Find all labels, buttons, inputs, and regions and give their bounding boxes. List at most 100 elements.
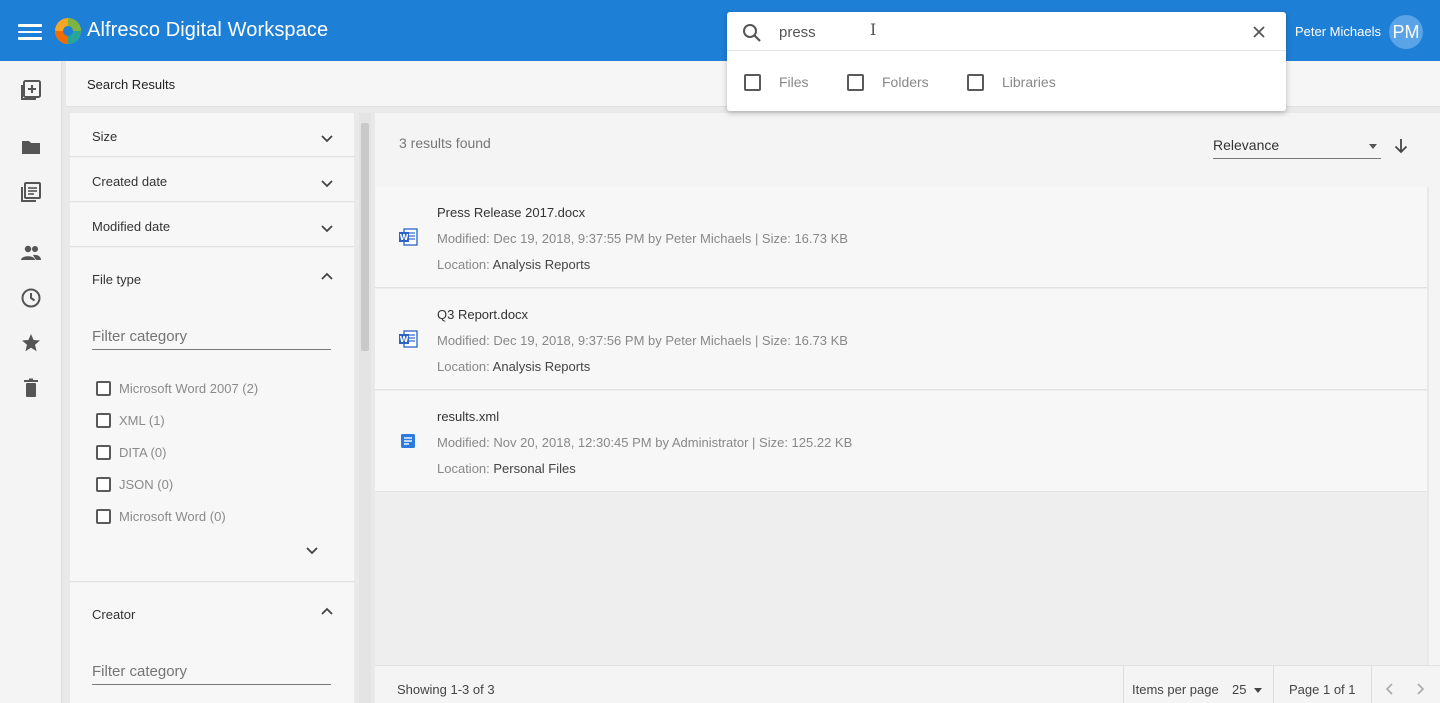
facet-modified-date[interactable]: Modified date (70, 203, 354, 247)
filter-scrollbar[interactable] (359, 113, 371, 703)
result-name[interactable]: Q3 Report.docx (437, 307, 528, 322)
facet-size[interactable]: Size (70, 113, 354, 157)
file-type-option[interactable]: Microsoft Word 2007 (2) (96, 379, 258, 397)
search-input[interactable] (779, 20, 1219, 44)
facet-file-type: File type Microsoft Word 2007 (2) XML (1… (70, 248, 354, 582)
file-type-label: Microsoft Word (0) (119, 508, 226, 524)
location-value[interactable]: Personal Files (493, 461, 575, 476)
caret-down-icon[interactable] (1254, 688, 1262, 693)
search-option-label: Libraries (1002, 74, 1056, 90)
search-panel: I Files Folders Libraries (727, 12, 1286, 111)
result-name[interactable]: results.xml (437, 409, 499, 424)
result-row[interactable]: W Q3 Report.docx Modified: Dec 19, 2018,… (375, 289, 1427, 390)
pagination-footer: Showing 1-3 of 3 Items per page 25 Page … (375, 665, 1440, 703)
file-type-option[interactable]: JSON (0) (96, 475, 173, 493)
files-checkbox[interactable] (744, 73, 761, 91)
page-info-label[interactable]: Page 1 of 1 (1289, 682, 1356, 697)
file-type-label: DITA (0) (119, 444, 167, 460)
file-type-option[interactable]: XML (1) (96, 411, 165, 429)
results-header: 3 results found Relevance (375, 113, 1440, 187)
recent-icon[interactable] (20, 287, 42, 309)
arrow-down-icon[interactable] (1392, 137, 1410, 155)
people-icon[interactable] (20, 242, 42, 264)
search-option-label: Folders (882, 74, 929, 90)
filter-panel: Size Created date Modified date File typ… (70, 113, 354, 703)
items-per-page: Items per page 25 (1123, 666, 1273, 703)
items-per-page-select[interactable]: 25 (1232, 682, 1246, 697)
libraries-icon[interactable] (20, 181, 42, 203)
search-option-folders[interactable]: Folders (847, 72, 929, 92)
show-more-chevron-icon[interactable] (306, 547, 318, 555)
scroll-thumb[interactable] (361, 123, 369, 351)
search-option-libraries[interactable]: Libraries (967, 72, 1056, 92)
result-location: Location: Analysis Reports (437, 359, 590, 374)
folder-icon[interactable] (20, 136, 42, 158)
caret-down-icon (1369, 144, 1377, 149)
create-icon[interactable] (20, 79, 42, 101)
result-meta: Modified: Nov 20, 2018, 12:30:45 PM by A… (437, 435, 853, 450)
file-type-checkbox[interactable] (96, 380, 111, 396)
result-row[interactable]: W Press Release 2017.docx Modified: Dec … (375, 187, 1427, 288)
chevron-down-icon[interactable] (321, 225, 333, 233)
filter-category-input[interactable] (92, 659, 331, 685)
file-type-option[interactable]: DITA (0) (96, 443, 166, 461)
search-row: I (727, 12, 1286, 51)
chevron-down-icon[interactable] (321, 135, 333, 143)
chevron-down-icon[interactable] (321, 180, 333, 188)
facet-title[interactable]: Creator (92, 607, 135, 622)
app-title: Alfresco Digital Workspace (87, 19, 329, 41)
results-list: W Press Release 2017.docx Modified: Dec … (375, 187, 1427, 665)
location-value[interactable]: Analysis Reports (493, 359, 591, 374)
filter-category-input[interactable] (92, 324, 331, 350)
facet-title[interactable]: File type (92, 272, 141, 287)
avatar[interactable]: PM (1389, 15, 1423, 49)
pagination-buttons (1371, 666, 1440, 703)
results-count: 3 results found (399, 135, 491, 151)
chevron-left-icon[interactable] (1384, 682, 1396, 696)
result-meta: Modified: Dec 19, 2018, 9:37:56 PM by Pe… (437, 333, 848, 348)
location-value[interactable]: Analysis Reports (493, 257, 591, 272)
folders-checkbox[interactable] (847, 73, 864, 91)
file-type-checkbox[interactable] (96, 508, 111, 524)
result-location: Location: Analysis Reports (437, 257, 590, 272)
facet-creator: Creator (70, 583, 354, 703)
page-title: Search Results (87, 77, 176, 92)
svg-text:W: W (400, 335, 409, 344)
file-type-option[interactable]: Microsoft Word (0) (96, 507, 226, 525)
file-type-checkbox[interactable] (96, 412, 111, 428)
user-name[interactable]: Peter Michaels (1295, 24, 1381, 39)
file-type-checkbox[interactable] (96, 444, 111, 460)
search-icon[interactable] (742, 23, 762, 43)
facet-created-date[interactable]: Created date (70, 158, 354, 202)
location-prefix: Location: (437, 359, 490, 374)
close-icon[interactable] (1249, 22, 1269, 42)
text-cursor-icon: I (870, 20, 877, 39)
file-type-label: JSON (0) (119, 476, 174, 492)
results-scrollbar[interactable] (1429, 187, 1440, 665)
chevron-up-icon[interactable] (321, 272, 333, 280)
text-doc-icon (401, 434, 415, 448)
result-meta: Modified: Dec 19, 2018, 9:37:55 PM by Pe… (437, 231, 848, 246)
favorites-icon[interactable] (20, 332, 42, 354)
word-doc-icon: W (399, 228, 418, 246)
left-nav (0, 61, 62, 703)
alfresco-logo (55, 18, 81, 44)
file-type-label: XML (1) (119, 412, 165, 428)
chevron-right-icon[interactable] (1414, 682, 1426, 696)
facet-title: Size (92, 129, 118, 144)
menu-icon[interactable] (18, 20, 42, 42)
sort-select[interactable]: Relevance (1213, 137, 1381, 159)
page-info: Page 1 of 1 (1273, 666, 1371, 703)
facet-title: Modified date (92, 219, 171, 234)
items-per-page-label: Items per page (1132, 682, 1219, 697)
result-name[interactable]: Press Release 2017.docx (437, 205, 585, 220)
location-prefix: Location: (437, 461, 490, 476)
libraries-checkbox[interactable] (967, 73, 984, 91)
trash-icon[interactable] (20, 377, 42, 399)
chevron-up-icon[interactable] (321, 607, 333, 615)
search-option-label: Files (779, 74, 809, 90)
file-type-checkbox[interactable] (96, 476, 111, 492)
result-row[interactable]: results.xml Modified: Nov 20, 2018, 12:3… (375, 391, 1427, 492)
location-prefix: Location: (437, 257, 490, 272)
search-option-files[interactable]: Files (744, 72, 809, 92)
